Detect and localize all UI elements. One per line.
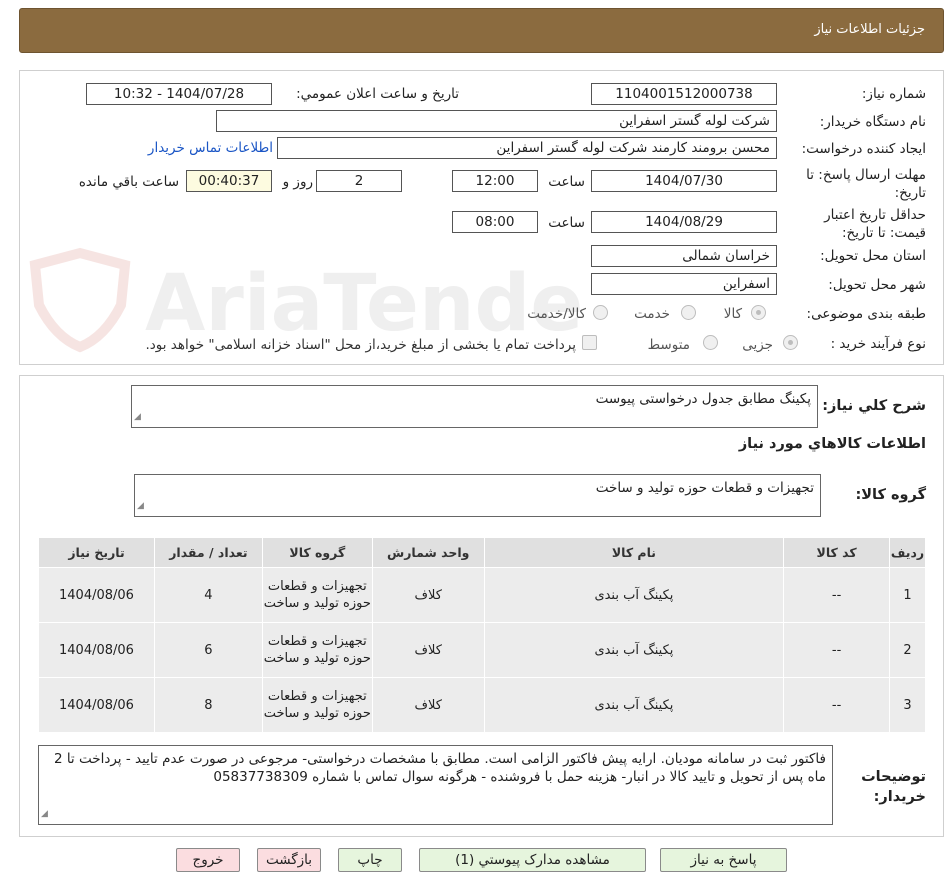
col-date: تاریخ نیاز [38,537,155,568]
cell-name: پکینگ آب بندی [483,567,785,623]
cell-name: پکینگ آب بندی [483,622,785,678]
buyer-org-field: شرکت لوله گستر اسفراین [216,110,777,132]
cell-code: -- [783,567,891,623]
resize-grip-icon[interactable]: ◢ [41,805,48,823]
resize-grip-icon[interactable]: ◢ [134,408,141,426]
requester-label: ایجاد کننده درخواست: [801,141,926,157]
col-name: نام کالا [483,537,785,568]
buyer-notes-label: توضیحات خریدار: [861,769,926,805]
goods-group-textarea: تجهیزات و قطعات حوزه تولید و ساخت ◢ [134,474,821,517]
resize-grip-icon[interactable]: ◢ [137,497,144,515]
deadline-time-field: 12:00 [452,170,538,192]
view-attachments-button[interactable]: مشاهده مدارک پیوستي (1) [419,848,646,872]
requester-field: محسن برومند کارمند شرکت لوله گستر اسفرای… [277,137,777,159]
cell-date: 1404/08/06 [38,677,155,733]
cell-code: -- [783,622,891,678]
buyer-notes-textarea: فاکتور ثبت در سامانه مودیان. ارایه پیش ف… [38,745,833,825]
need-number-field: 1104001512000738 [591,83,777,105]
cell-date: 1404/08/06 [38,622,155,678]
table-row[interactable]: 2 -- پکینگ آب بندی کلاف تجهیزات و قطعات … [38,622,926,678]
cell-group: تجهیزات و قطعات حوزه تولید و ساخت [261,677,373,733]
process-option-minor: جزیی [742,337,773,353]
process-label: نوع فرآیند خرید : [830,336,926,352]
days-label: روز و [282,174,313,190]
announce-label: تاریخ و ساعت اعلان عمومي: [296,86,459,102]
goods-group-label: گروه کالا: [855,487,926,503]
summary-textarea: پکینگ مطابق جدول درخواستی پیوست ◢ [131,385,818,428]
print-button[interactable]: چاپ [338,848,402,872]
cell-group: تجهیزات و قطعات حوزه تولید و ساخت [261,567,373,623]
days-remaining-field: 2 [316,170,402,192]
reply-to-need-button[interactable]: پاسخ به نیاز [660,848,787,872]
summary-text: پکینگ مطابق جدول درخواستی پیوست [595,391,811,407]
cell-qty: 6 [153,622,263,678]
goods-table: ردیف کد کالا نام کالا واحد شمارش گروه کا… [38,537,926,733]
deadline-time-label: ساعت [548,174,585,190]
process-radio-medium[interactable] [703,335,718,350]
goods-info-heading: اطلاعات کالاهاي مورد نیاز [738,436,926,452]
process-radio-minor[interactable] [783,335,798,350]
goods-table-header: ردیف کد کالا نام کالا واحد شمارش گروه کا… [38,537,926,568]
col-qty: تعداد / مقدار [153,537,263,568]
deadline-date-field: 1404/07/30 [591,170,777,192]
col-group: گروه کالا [261,537,373,568]
category-option-goods: کالا [723,306,742,322]
cell-qty: 8 [153,677,263,733]
back-button[interactable]: بازگشت [257,848,321,872]
category-option-goods-service: کالا/خدمت [527,306,586,322]
category-option-service: خدمت [634,306,670,322]
cell-unit: کلاف [371,622,485,678]
treasury-payment-note: پرداخت تمام یا بخشی از مبلغ خرید،از محل … [145,337,576,353]
buyer-org-label: نام دستگاه خریدار: [819,114,926,130]
cell-qty: 4 [153,567,263,623]
cell-name: پکینگ آب بندی [483,677,785,733]
watermark-text: AriaTender.neT [145,259,585,349]
category-radio-goods[interactable] [751,305,766,320]
table-row[interactable]: 1 -- پکینگ آب بندی کلاف تجهیزات و قطعات … [38,567,926,623]
validity-date-field: 1404/08/29 [591,211,777,233]
cell-unit: کلاف [371,567,485,623]
cell-row: 3 [889,677,926,733]
cell-date: 1404/08/06 [38,567,155,623]
exit-button[interactable]: خروج [176,848,240,872]
validity-label: حداقل تاریخ اعتبار قیمت: تا تاریخ: [824,207,926,241]
category-label: طبقه بندی موضوعی: [806,306,926,322]
buyer-contact-link[interactable]: اطلاعات تماس خریدار [148,140,273,156]
need-number-label: شماره نیاز: [861,86,926,102]
cell-row: 1 [889,567,926,623]
province-label: استان محل تحویل: [820,248,926,264]
city-label: شهر محل تحویل: [828,277,926,293]
cell-unit: کلاف [371,677,485,733]
cell-row: 2 [889,622,926,678]
cell-group: تجهیزات و قطعات حوزه تولید و ساخت [261,622,373,678]
col-row: ردیف [889,537,926,568]
treasury-payment-checkbox[interactable] [582,335,597,350]
goods-group-text: تجهیزات و قطعات حوزه تولید و ساخت [595,480,814,496]
cell-code: -- [783,677,891,733]
province-field: خراسان شمالی [591,245,777,267]
remaining-time-field: 00:40:37 [186,170,272,192]
page-header: جزئیات اطلاعات نیاز [19,8,944,53]
validity-time-field: 08:00 [452,211,538,233]
category-radio-service[interactable] [681,305,696,320]
summary-label: شرح کلي نیاز: [822,398,926,414]
buyer-notes-text: فاکتور ثبت در سامانه مودیان. ارایه پیش ف… [53,751,826,785]
category-radio-goods-service[interactable] [593,305,608,320]
announce-field: 1404/07/28 - 10:32 [86,83,272,105]
deadline-label: مهلت ارسال پاسخ: تا تاریخ: [806,167,926,201]
process-option-medium: متوسط [647,337,690,353]
col-unit: واحد شمارش [371,537,485,568]
page-title: جزئیات اطلاعات نیاز [814,22,925,37]
col-code: کد کالا [783,537,891,568]
remaining-time-label: ساعت باقي مانده [78,174,179,190]
city-field: اسفراین [591,273,777,295]
table-row[interactable]: 3 -- پکینگ آب بندی کلاف تجهیزات و قطعات … [38,677,926,733]
validity-time-label: ساعت [548,215,585,231]
